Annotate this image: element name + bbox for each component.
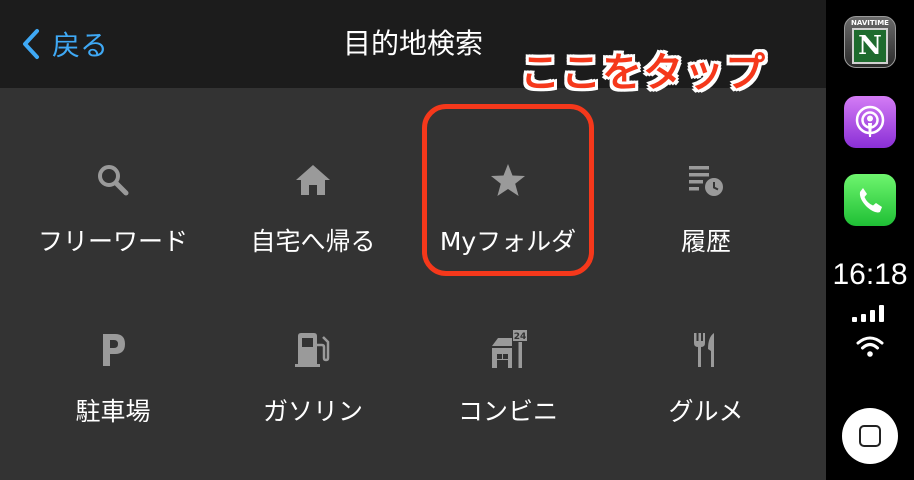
wifi-icon xyxy=(856,334,884,362)
convenience-store-button[interactable]: 24 コンビニ xyxy=(405,258,611,428)
free-word-label: フリーワード xyxy=(37,227,188,256)
phone-app-icon[interactable] xyxy=(844,174,896,226)
convenience-store-label: コンビニ xyxy=(457,397,558,426)
gourmet-button[interactable]: グルメ xyxy=(603,258,809,428)
history-label: 履歴 xyxy=(680,227,731,256)
home-button[interactable] xyxy=(842,408,898,464)
restaurant-icon xyxy=(691,330,721,370)
gas-station-icon xyxy=(295,330,331,370)
gas-station-label: ガソリン xyxy=(262,397,363,426)
search-category-grid: フリーワード 自宅へ帰る Myフォルダ 履歴 駐車場 ガソリン 24 コンビニ … xyxy=(0,88,826,480)
gourmet-label: グルメ xyxy=(668,397,744,426)
go-home-button[interactable]: 自宅へ帰る xyxy=(210,88,416,258)
carplay-sidebar: NAVITIME N 16:18 xyxy=(826,0,914,480)
free-word-button[interactable]: フリーワード xyxy=(10,88,216,258)
parking-label: 駐車場 xyxy=(75,397,151,426)
cellular-signal-icon xyxy=(852,304,888,326)
convenience-store-icon: 24 xyxy=(488,330,528,370)
24-hours-label: 24 xyxy=(514,332,527,342)
go-home-label: 自宅へ帰る xyxy=(250,227,376,256)
history-button[interactable]: 履歴 xyxy=(603,88,809,258)
parking-icon xyxy=(99,330,127,370)
navitime-app-icon[interactable]: NAVITIME N xyxy=(844,16,896,68)
navitime-logo-letter: N xyxy=(852,28,888,64)
parking-button[interactable]: 駐車場 xyxy=(10,258,216,428)
home-icon xyxy=(294,160,332,200)
podcasts-app-icon[interactable] xyxy=(844,96,896,148)
gas-station-button[interactable]: ガソリン xyxy=(210,258,416,428)
navitime-logo-text: NAVITIME xyxy=(851,19,889,27)
clock-time: 16:18 xyxy=(832,258,908,291)
highlight-box xyxy=(422,104,594,276)
home-square-icon xyxy=(859,425,881,447)
history-icon xyxy=(686,160,726,200)
search-icon xyxy=(95,160,131,200)
main-panel: 戻る 目的地検索 ここをタップ フリーワード 自宅へ帰る Myフォルダ 履歴 駐… xyxy=(0,0,826,480)
